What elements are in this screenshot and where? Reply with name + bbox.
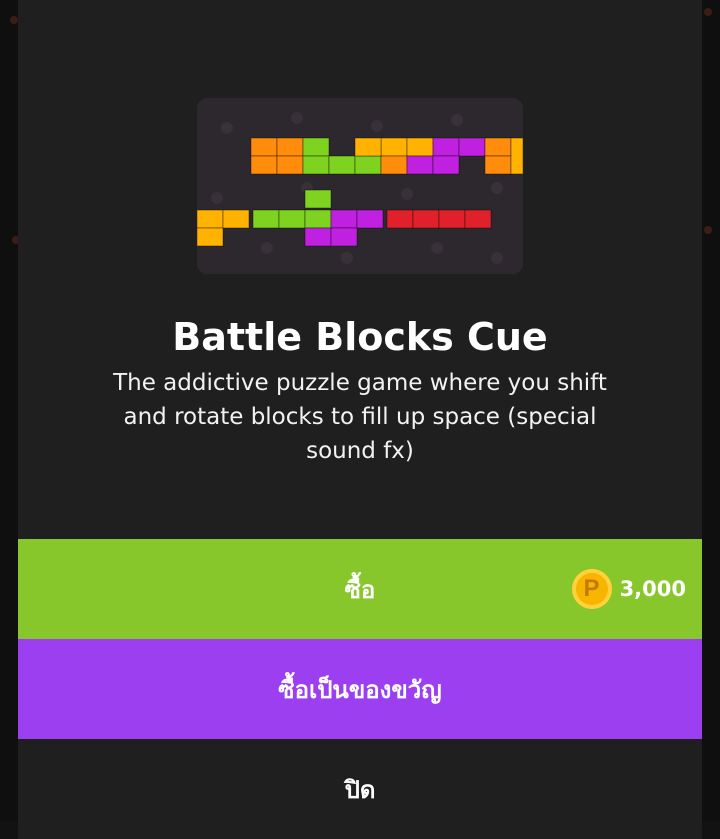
price-amount: 3,000 [619,577,686,601]
close-button[interactable]: ปิด [18,739,702,839]
price-tag: P 3,000 [571,569,686,609]
buy-button[interactable]: ซื้อ P 3,000 [18,539,702,639]
tetris-blocks-thumbnail [197,98,523,274]
p-coin-icon: P [571,569,612,609]
gift-label: ซื้อเป็นของขวัญ [278,675,442,704]
close-label: ปิด [344,775,376,804]
backdrop-decoration [10,16,18,24]
buy-as-gift-button[interactable]: ซื้อเป็นของขวัญ [18,639,702,739]
game-description: The addictive puzzle game where you shif… [113,370,607,464]
buy-label: ซื้อ [344,575,376,604]
backdrop-right [702,0,720,822]
purchase-modal: Battle Blocks Cue The addictive puzzle g… [18,0,702,839]
game-title: Battle Blocks Cue [172,315,548,359]
game-thumbnail [197,98,523,274]
backdrop-decoration [704,226,712,234]
backdrop-left [0,0,20,822]
backdrop-decoration [704,8,712,16]
